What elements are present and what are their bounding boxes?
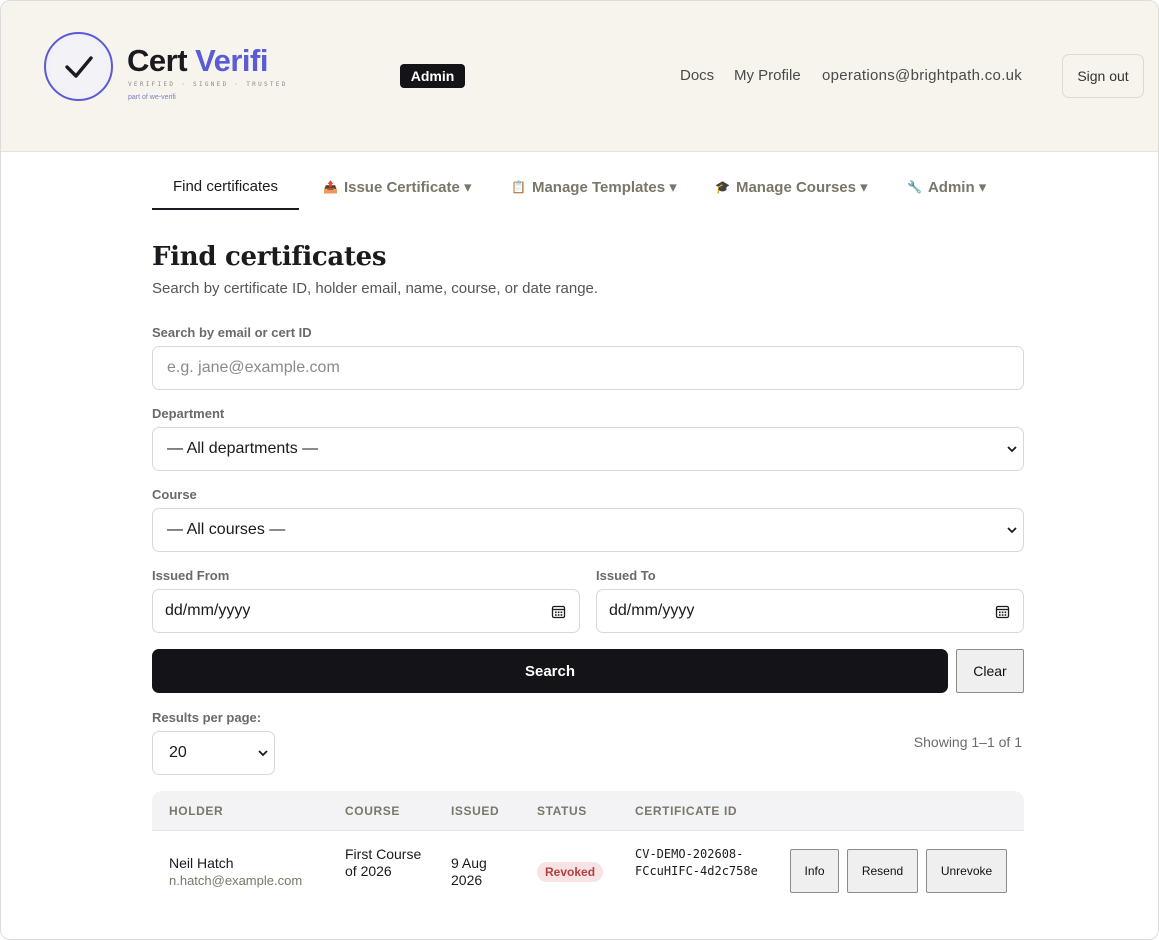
info-button[interactable]: Info	[790, 849, 839, 893]
issued-from-label: Issued From	[152, 568, 230, 583]
table-header: HOLDER COURSE ISSUED STATUS CERTIFICATE …	[152, 791, 1024, 831]
department-select[interactable]: — All departments —	[152, 427, 1024, 471]
column-header-issued: ISSUED	[451, 804, 500, 818]
chevron-down-icon	[258, 750, 268, 757]
holder-email: n.hatch@example.com	[169, 873, 303, 888]
department-label: Department	[152, 406, 225, 421]
tab-admin[interactable]: 🔧 Admin ▾	[907, 167, 986, 210]
clear-button[interactable]: Clear	[956, 649, 1024, 693]
column-header-certificate-id: CERTIFICATE ID	[635, 804, 738, 818]
wrench-icon: 🔧	[907, 180, 922, 194]
issued-to-value: dd/mm/yyyy	[609, 602, 695, 619]
holder-name: Neil Hatch	[169, 855, 234, 871]
chevron-down-icon	[1007, 527, 1017, 534]
tab-find-certificates[interactable]: Find certificates	[152, 167, 299, 210]
results-per-page-select[interactable]: 20	[152, 731, 275, 775]
docs-link[interactable]: Docs	[680, 67, 714, 84]
tab-issue-certificate[interactable]: 📤 Issue Certificate ▾	[323, 167, 472, 210]
course-label: Course	[152, 487, 197, 502]
issued-to-label: Issued To	[596, 568, 656, 583]
search-button[interactable]: Search	[152, 649, 948, 693]
department-selected-value: — All departments —	[167, 440, 319, 457]
site-header: Cert Verifi VERIFIED · SIGNED · TRUSTED …	[1, 1, 1158, 152]
tab-manage-courses[interactable]: 🎓 Manage Courses ▾	[715, 167, 868, 210]
course-name: First Course of 2026	[345, 846, 422, 879]
chevron-down-icon	[1007, 446, 1017, 453]
tab-label: Manage Courses ▾	[735, 179, 868, 196]
logo-badge[interactable]	[44, 32, 113, 101]
tab-label: Find certificates	[172, 178, 279, 195]
results-count: Showing 1–1 of 1	[913, 734, 1022, 750]
issued-to-date-input[interactable]: dd/mm/yyyy	[596, 589, 1024, 633]
issued-from-value: dd/mm/yyyy	[165, 602, 251, 619]
brand-name[interactable]: Cert Verifi	[127, 43, 268, 79]
brand-tagline: VERIFIED · SIGNED · TRUSTED	[128, 81, 288, 88]
column-header-status: STATUS	[537, 804, 587, 818]
tab-label: Admin ▾	[927, 179, 987, 196]
issued-date: 9 Aug 2026	[451, 855, 487, 888]
search-input[interactable]: e.g. jane@example.com	[152, 346, 1024, 390]
part-of-text: part of we-verifi	[128, 94, 176, 101]
app-window: Cert Verifi VERIFIED · SIGNED · TRUSTED …	[0, 0, 1159, 940]
results-per-page-label: Results per page:	[152, 710, 262, 725]
search-placeholder: e.g. jane@example.com	[167, 359, 340, 376]
graduation-cap-icon: 🎓	[715, 180, 730, 194]
calendar-icon[interactable]	[551, 604, 566, 619]
column-header-holder: HOLDER	[169, 804, 224, 818]
certificate-id-text: CV-DEMO-202608-FCcuHIFC-4d2c758e	[635, 847, 758, 878]
certificate-id[interactable]: CV-DEMO-202608-FCcuHIFC-4d2c758e	[635, 846, 761, 880]
tab-manage-templates[interactable]: 📋 Manage Templates ▾	[511, 167, 677, 210]
results-per-page-value: 20	[169, 744, 187, 761]
issued-from-date-input[interactable]: dd/mm/yyyy	[152, 589, 580, 633]
search-label: Search by email or cert ID	[152, 325, 312, 340]
tab-label: Manage Templates ▾	[531, 179, 677, 196]
page-title: Find certificates	[152, 242, 387, 272]
brand-name-part2: Verifi	[195, 43, 268, 78]
tab-label: Issue Certificate ▾	[343, 179, 472, 196]
unrevoke-button[interactable]: Unrevoke	[926, 849, 1007, 893]
checkmark-icon	[51, 39, 106, 94]
resend-button[interactable]: Resend	[847, 849, 918, 893]
my-profile-link[interactable]: My Profile	[734, 67, 801, 84]
role-badge: Admin	[400, 64, 465, 88]
main-tabs: Find certificates 📤 Issue Certificate ▾ …	[152, 167, 1024, 211]
column-header-course: COURSE	[345, 804, 400, 818]
course-select[interactable]: — All courses —	[152, 508, 1024, 552]
brand-name-part1: Cert	[127, 43, 188, 78]
clipboard-icon: 📋	[511, 180, 526, 194]
user-email: operations@brightpath.co.uk	[822, 67, 1023, 84]
calendar-icon[interactable]	[995, 604, 1010, 619]
course-selected-value: — All courses —	[167, 521, 286, 538]
status-badge: Revoked	[537, 862, 604, 882]
sign-out-button[interactable]: Sign out	[1062, 54, 1144, 98]
page-subtitle: Search by certificate ID, holder email, …	[152, 280, 599, 297]
outbox-icon: 📤	[323, 180, 338, 194]
